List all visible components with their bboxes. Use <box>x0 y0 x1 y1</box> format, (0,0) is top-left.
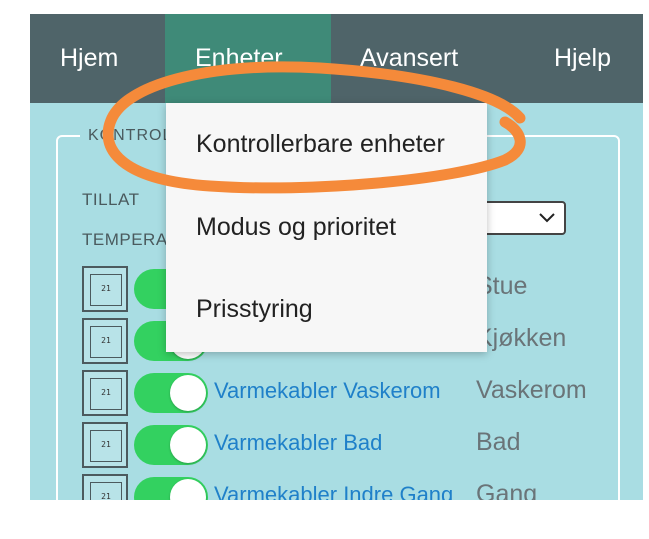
device-room: Bad <box>476 428 521 456</box>
device-row: 21 Varmekabler Vaskerom Vaskerom <box>82 370 642 416</box>
nav-item-avansert[interactable]: Avansert <box>360 14 510 103</box>
menu-item-prisstyring[interactable]: Prisstyring <box>196 295 313 324</box>
device-name-link[interactable]: Varmekabler Vaskerom <box>214 378 441 404</box>
menu-item-kontrollerbare-enheter[interactable]: Kontrollerbare enheter <box>196 130 445 159</box>
menu-item-modus-og-prioritet[interactable]: Modus og prioritet <box>196 213 396 242</box>
device-toggle[interactable] <box>134 425 208 465</box>
thermostat-icon: 21 <box>82 266 128 312</box>
nav-item-hjem[interactable]: Hjem <box>30 14 165 103</box>
thermostat-icon: 21 <box>82 474 128 500</box>
device-row: 21 Varmekabler Indre Gang Gang <box>82 474 642 500</box>
device-toggle[interactable] <box>134 373 208 413</box>
toggle-knob <box>170 479 206 500</box>
nav-item-hjelp[interactable]: Hjelp <box>554 14 643 103</box>
temperature-label: TEMPERA <box>82 230 168 249</box>
thermostat-icon: 21 <box>82 422 128 468</box>
device-name-link[interactable]: Varmekabler Indre Gang <box>214 482 453 500</box>
nav-item-enheter[interactable]: Enheter <box>165 14 331 103</box>
navbar: Hjem Enheter Avansert Hjelp <box>30 14 643 103</box>
thermostat-icon: 21 <box>82 318 128 364</box>
thermostat-icon: 21 <box>82 370 128 416</box>
device-row: 21 Varmekabler Bad Bad <box>82 422 642 468</box>
mode-select[interactable] <box>478 201 566 235</box>
device-name-link[interactable]: Varmekabler Bad <box>214 430 382 456</box>
toggle-knob <box>170 375 206 411</box>
device-room: Kjøkken <box>476 324 567 352</box>
allow-label: TILLAT <box>82 190 140 209</box>
chevron-down-icon <box>539 213 555 223</box>
toggle-knob <box>170 427 206 463</box>
device-room: Vaskerom <box>476 376 587 404</box>
device-room: Gang <box>476 480 538 500</box>
device-toggle[interactable] <box>134 477 208 500</box>
enheter-dropdown-menu: Kontrollerbare enheter Modus og priorite… <box>166 103 487 352</box>
